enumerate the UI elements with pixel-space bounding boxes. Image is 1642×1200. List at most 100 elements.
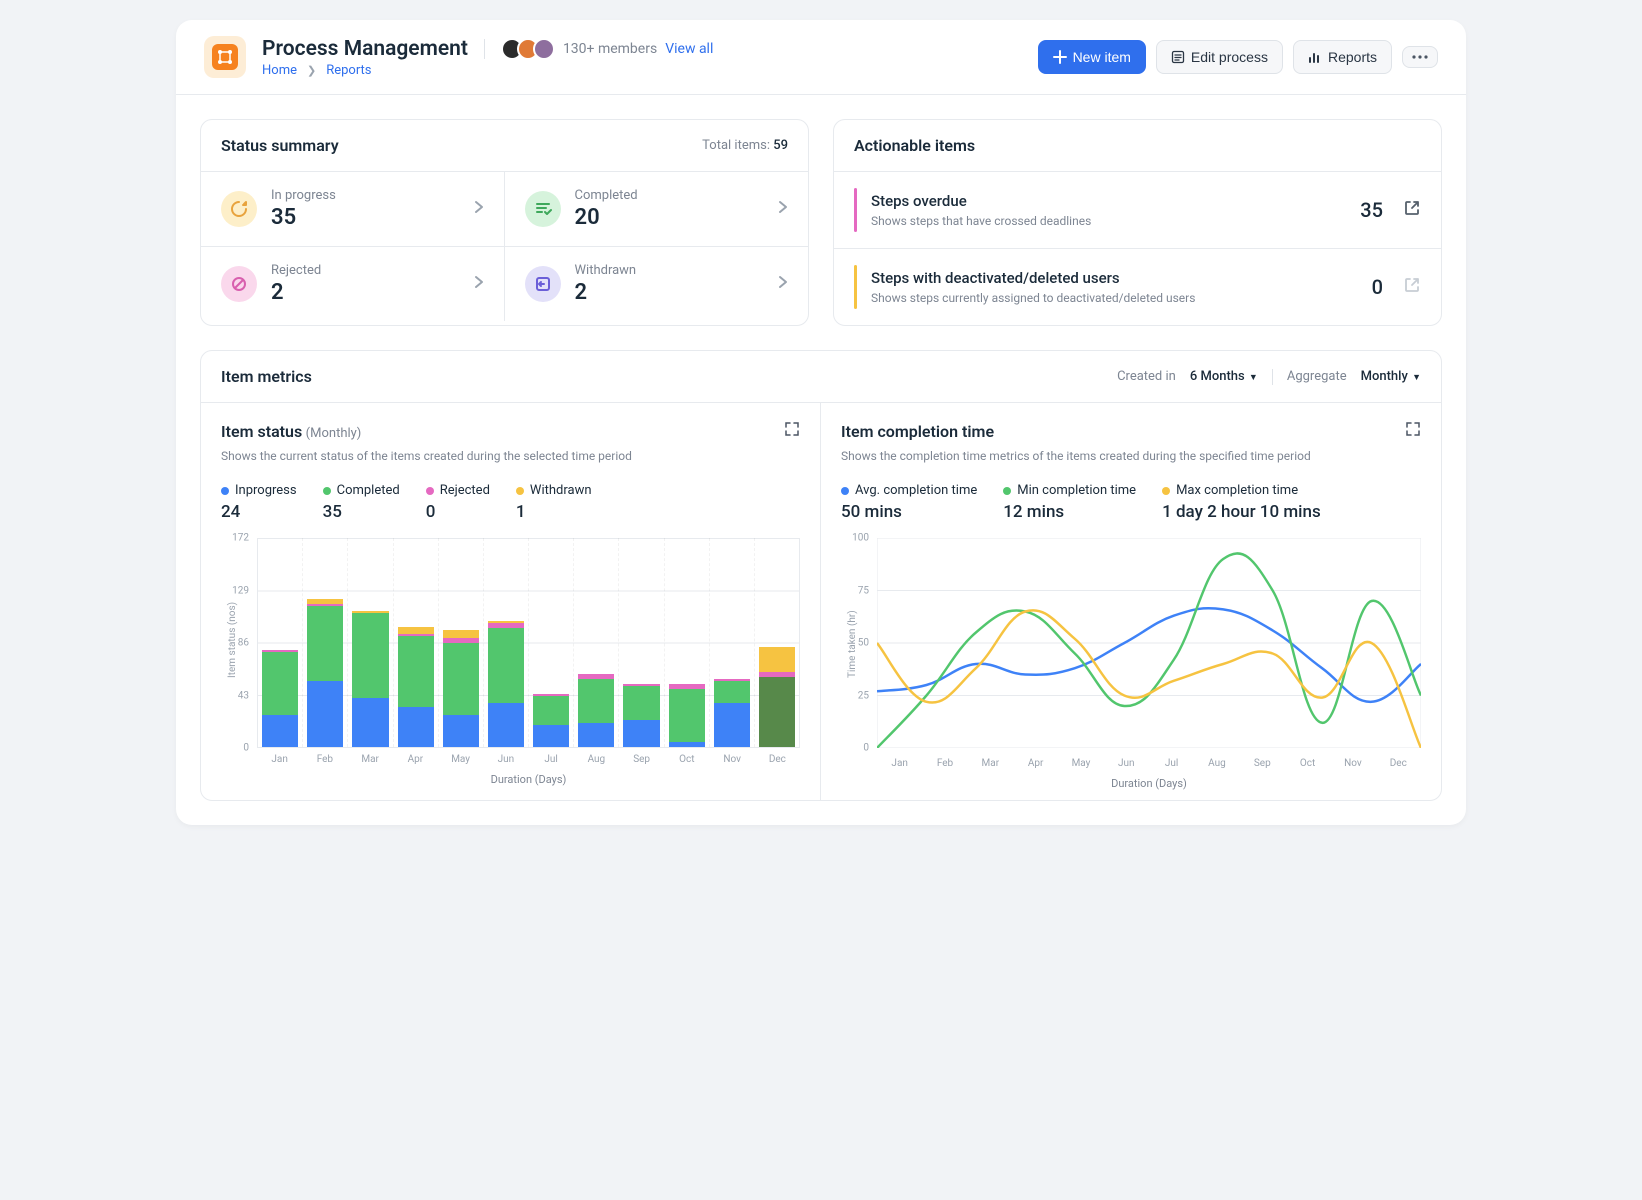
y-tick: 25 — [858, 690, 869, 701]
legend-label: Min completion time — [1017, 483, 1136, 498]
avatar — [533, 38, 555, 60]
bar-segment — [398, 636, 434, 706]
legend-item: Completed 35 — [323, 483, 400, 522]
x-axis-label: Duration (Days) — [257, 773, 800, 786]
accent-bar — [854, 265, 857, 309]
created-in-label: Created in — [1117, 369, 1176, 384]
bar-segment — [578, 679, 614, 723]
status-label: Completed — [575, 188, 765, 203]
item-metrics-title: Item metrics — [221, 367, 312, 386]
legend-value: 1 day 2 hour 10 mins — [1162, 502, 1321, 522]
divider — [1272, 369, 1273, 385]
bar-Oct — [665, 538, 710, 747]
chevron-right-icon — [778, 275, 788, 293]
legend-dot — [323, 487, 331, 495]
legend-label: Completed — [337, 483, 400, 498]
x-tick: Sep — [619, 754, 664, 765]
bar-segment — [669, 689, 705, 742]
bar-Jul — [529, 538, 574, 747]
item-status-title: Item status — [221, 422, 302, 441]
legend-value: 12 mins — [1003, 502, 1136, 522]
view-all-link[interactable]: View all — [665, 41, 713, 57]
chevron-right-icon: ❯ — [307, 64, 316, 77]
action-desc: Shows steps that have crossed deadlines — [871, 214, 1346, 228]
legend-label: Inprogress — [235, 483, 297, 498]
action-count: 0 — [1372, 275, 1383, 299]
bar-May — [439, 538, 484, 747]
bar-segment — [262, 715, 298, 747]
aggregate-dropdown[interactable]: Monthly ▼ — [1361, 369, 1421, 384]
x-tick: Feb — [302, 754, 347, 765]
members-summary: 130+ members View all — [501, 38, 713, 60]
edit-process-label: Edit process — [1191, 49, 1268, 65]
legend-value: 35 — [323, 502, 400, 522]
x-tick: Mar — [348, 754, 393, 765]
legend-dot — [841, 487, 849, 495]
bar-segment — [533, 725, 569, 747]
status-label: In progress — [271, 188, 460, 203]
legend-item: Avg. completion time 50 mins — [841, 483, 977, 522]
x-tick: Aug — [1194, 758, 1239, 769]
open-external-button[interactable] — [1403, 199, 1421, 221]
status-cell-withdrawn[interactable]: Withdrawn 2 — [505, 247, 809, 321]
y-tick: 86 — [238, 638, 249, 649]
status-cell-rejected[interactable]: Rejected 2 — [201, 247, 505, 321]
bar-segment — [759, 677, 795, 747]
x-tick: Dec — [1376, 758, 1421, 769]
members-count: 130+ members — [563, 41, 657, 57]
status-summary-title: Status summary — [221, 136, 339, 155]
chevron-right-icon — [474, 275, 484, 293]
action-desc: Shows steps currently assigned to deacti… — [871, 291, 1358, 305]
bar-Jan — [258, 538, 303, 747]
reports-button[interactable]: Reports — [1293, 40, 1392, 74]
edit-process-button[interactable]: Edit process — [1156, 40, 1283, 74]
legend-dot — [516, 487, 524, 495]
withdraw-icon — [525, 266, 561, 302]
bar-segment — [443, 715, 479, 747]
total-items: Total items: 59 — [702, 138, 788, 153]
x-axis-label: Duration (Days) — [877, 777, 1421, 790]
x-tick: May — [1058, 758, 1103, 769]
bar-chart — [257, 538, 800, 748]
y-tick: 129 — [232, 585, 249, 596]
expand-icon — [784, 421, 800, 437]
legend-label: Withdrawn — [530, 483, 592, 498]
expand-button[interactable] — [1405, 421, 1421, 441]
crumb-home[interactable]: Home — [262, 63, 297, 78]
bar-segment — [443, 630, 479, 637]
action-item: Steps overdue Shows steps that have cros… — [834, 171, 1441, 248]
bar-chart-icon — [1308, 50, 1322, 64]
crumb-reports[interactable]: Reports — [326, 63, 371, 78]
bar-segment — [623, 720, 659, 747]
x-tick: Nov — [710, 754, 755, 765]
y-tick: 172 — [232, 533, 249, 544]
status-summary-card: Status summary Total items: 59 In progre… — [200, 119, 809, 326]
bar-segment — [443, 643, 479, 716]
x-tick: Sep — [1240, 758, 1285, 769]
bar-segment — [352, 613, 388, 698]
app-header: Process Management 130+ members View all… — [176, 20, 1466, 95]
bar-segment — [759, 647, 795, 671]
bar-segment — [352, 698, 388, 747]
more-button[interactable] — [1402, 46, 1438, 68]
x-tick: Jun — [483, 754, 528, 765]
item-status-desc: Shows the current status of the items cr… — [221, 449, 800, 463]
reports-label: Reports — [1328, 49, 1377, 65]
status-cell-completed[interactable]: Completed 20 — [505, 172, 809, 247]
chevron-right-icon — [778, 200, 788, 218]
expand-button[interactable] — [784, 421, 800, 441]
new-item-button[interactable]: New item — [1038, 40, 1146, 74]
process-icon — [217, 49, 233, 65]
status-cell-in progress[interactable]: In progress 35 — [201, 172, 505, 247]
x-tick: Feb — [922, 758, 967, 769]
bar-Sep — [619, 538, 664, 747]
bar-Jun — [484, 538, 529, 747]
legend-label: Rejected — [440, 483, 490, 498]
created-in-dropdown[interactable]: 6 Months ▼ — [1190, 369, 1258, 384]
legend-value: 0 — [426, 502, 490, 522]
y-tick: 43 — [238, 690, 249, 701]
aggregate-label: Aggregate — [1287, 369, 1347, 384]
bar-segment — [398, 627, 434, 634]
y-tick: 0 — [243, 743, 249, 754]
bar-segment — [714, 703, 750, 747]
